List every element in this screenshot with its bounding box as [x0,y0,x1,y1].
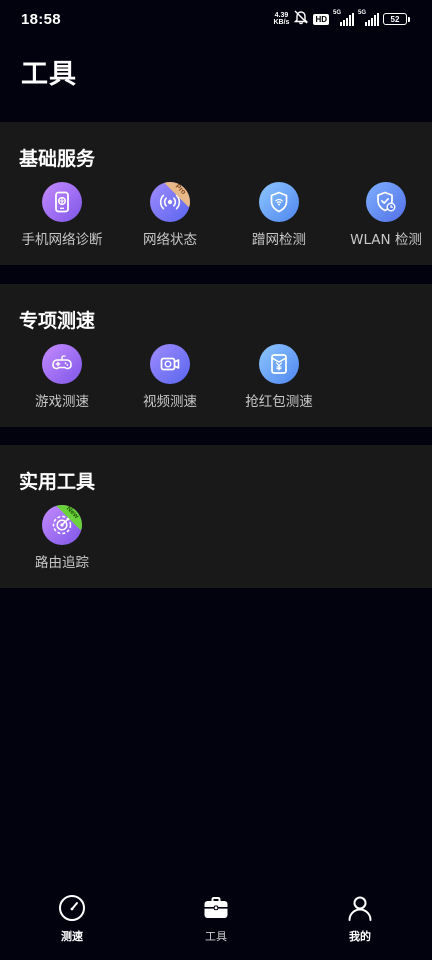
nav-label: 工具 [205,930,227,943]
sim1-network-type: 5G [333,10,342,16]
section-title: 专项测速 [19,310,96,332]
tool-wlan-detect[interactable]: WLAN 检测 [332,182,432,248]
page-title: 工具 [21,59,77,90]
network-speed-unit: KB/s [273,19,290,26]
tool-game-speedtest[interactable]: 游戏测速 [8,344,116,410]
status-time: 18:58 [21,10,61,28]
route-trace-icon: New [42,505,82,545]
sim2-network-type: 5G [358,10,367,16]
hd-badge: HD [313,13,329,25]
nav-label: 测速 [61,930,83,943]
tool-label: WLAN 检测 [350,232,422,248]
tool-label: 蹭网检测 [252,232,306,248]
network-speed: 4.39 KB/s [273,12,289,26]
tool-label: 网络状态 [143,232,197,248]
section-special-speedtest: 专项测速 游戏测速 视频测速 抢红包测速 [0,284,432,427]
section-utility-tools: 实用工具 New 路由追踪 [0,445,432,588]
tool-label: 视频测速 [143,394,197,410]
tool-label: 游戏测速 [35,394,89,410]
bell-mute-icon [293,9,309,29]
section-title: 实用工具 [19,471,96,493]
section-basic-services: 基础服务 手机网络诊断 Pro 网络状态 蹭网检测 WLAN 检测 [0,122,432,265]
speedometer-icon [57,893,87,923]
shield-wifi-icon [259,182,299,222]
tool-phone-network-diagnose[interactable]: 手机网络诊断 [8,182,116,248]
nav-item-mine[interactable]: 我的 [300,893,420,944]
battery-icon: 52 [383,13,410,25]
video-camera-icon [150,344,190,384]
toolbox-icon [201,893,231,923]
bottom-nav: 测速 工具 我的 [0,880,432,960]
nav-label: 我的 [349,930,371,943]
nav-item-tools[interactable]: 工具 [156,893,276,944]
sim1-signal-icon: 5G [333,10,354,26]
network-speed-value: 4.39 [274,12,289,19]
phone-diagnose-icon [42,182,82,222]
nav-item-speedtest[interactable]: 测速 [12,893,132,944]
wireless-signal-icon: Pro [150,182,190,222]
gamepad-icon [42,344,82,384]
section-title: 基础服务 [19,148,96,170]
tool-label: 手机网络诊断 [21,232,103,248]
sim2-signal-icon: 5G [358,10,379,26]
status-bar: 18:58 4.39 KB/s HD 5G 5G 52 [0,0,432,38]
shield-check-icon [366,182,406,222]
tool-label: 路由追踪 [35,555,89,571]
tools-screen: 18:58 4.39 KB/s HD 5G 5G 52 工具 基础服务 手机网络… [0,0,432,960]
tool-wifi-leech-detect[interactable]: 蹭网检测 [225,182,333,248]
user-icon [345,893,375,923]
tool-red-envelope-speedtest[interactable]: 抢红包测速 [225,344,333,410]
tool-video-speedtest[interactable]: 视频测速 [116,344,224,410]
battery-level: 52 [383,13,407,25]
tool-network-status[interactable]: Pro 网络状态 [116,182,224,248]
status-icons: 4.39 KB/s HD 5G 5G 52 [273,9,410,29]
red-envelope-icon [259,344,299,384]
tool-label: 抢红包测速 [245,394,313,410]
tool-route-trace[interactable]: New 路由追踪 [8,505,116,571]
